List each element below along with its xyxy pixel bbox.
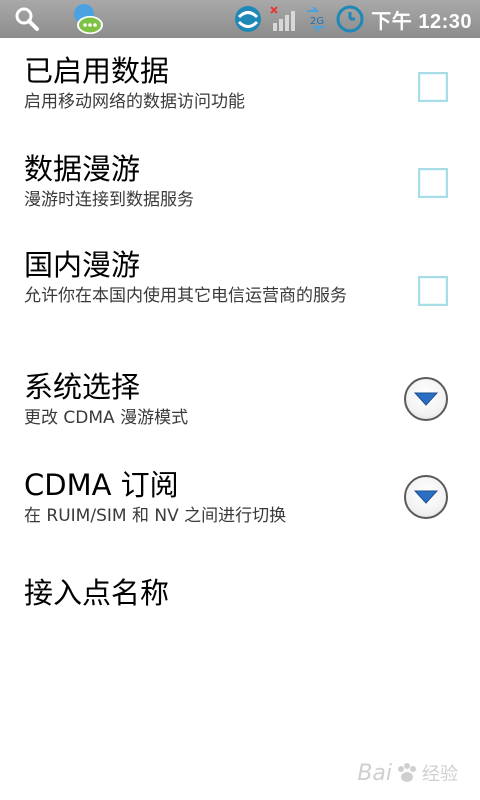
pref-title: 国内漫游: [24, 248, 141, 282]
watermark-suffix: 经验: [422, 764, 458, 785]
pref-cdma-subscription[interactable]: CDMA 订阅 在 RUIM/SIM 和 NV 之间进行切换: [0, 459, 480, 559]
pref-data-enabled[interactable]: 已启用数据 启用移动网络的数据访问功能: [0, 38, 480, 137]
paw-icon: [398, 763, 416, 782]
chevron-down-icon: [414, 392, 438, 406]
status-bar: 2G 下午 12:30: [0, 0, 480, 38]
data-roaming-checkbox[interactable]: [418, 168, 448, 198]
search-icon[interactable]: [14, 6, 40, 32]
pref-summary: 允许你在本国内使用其它电信运营商的服务: [24, 286, 347, 306]
system-select-dropdown[interactable]: [404, 377, 448, 421]
sync-icon: [233, 4, 263, 34]
watermark-text: Bai: [357, 760, 392, 786]
cdma-subscription-dropdown[interactable]: [404, 475, 448, 519]
pref-summary: 漫游时连接到数据服务: [24, 190, 194, 210]
pref-title: CDMA 订阅: [24, 468, 179, 502]
chat-bubble-icon: [68, 2, 108, 36]
pref-access-point-names[interactable]: 接入点名称: [0, 559, 480, 639]
pref-title: 已启用数据: [24, 54, 170, 88]
pref-title: 接入点名称: [24, 576, 170, 610]
pref-data-roaming[interactable]: 数据漫游 漫游时连接到数据服务: [0, 137, 480, 234]
clock-icon: [335, 4, 365, 34]
chevron-down-icon: [414, 490, 438, 504]
domestic-roaming-checkbox[interactable]: [418, 276, 448, 306]
pref-title: 数据漫游: [24, 152, 141, 186]
svg-text:2G: 2G: [310, 16, 324, 27]
data-enabled-checkbox[interactable]: [418, 72, 448, 102]
pref-domestic-roaming[interactable]: 国内漫游 允许你在本国内使用其它电信运营商的服务: [0, 234, 480, 359]
baidu-watermark: Bai 经验: [357, 760, 458, 786]
data-2g-icon: 2G: [303, 5, 329, 33]
status-time: 下午 12:30: [371, 10, 472, 33]
settings-list: 已启用数据 启用移动网络的数据访问功能 数据漫游 漫游时连接到数据服务 国内漫游…: [0, 38, 480, 639]
signal-no-sim-icon: [269, 5, 297, 33]
pref-system-select[interactable]: 系统选择 更改 CDMA 漫游模式: [0, 359, 480, 459]
pref-summary: 在 RUIM/SIM 和 NV 之间进行切换: [24, 506, 287, 526]
pref-summary: 启用移动网络的数据访问功能: [24, 92, 245, 112]
pref-summary: 更改 CDMA 漫游模式: [24, 408, 189, 428]
pref-title: 系统选择: [24, 370, 141, 404]
